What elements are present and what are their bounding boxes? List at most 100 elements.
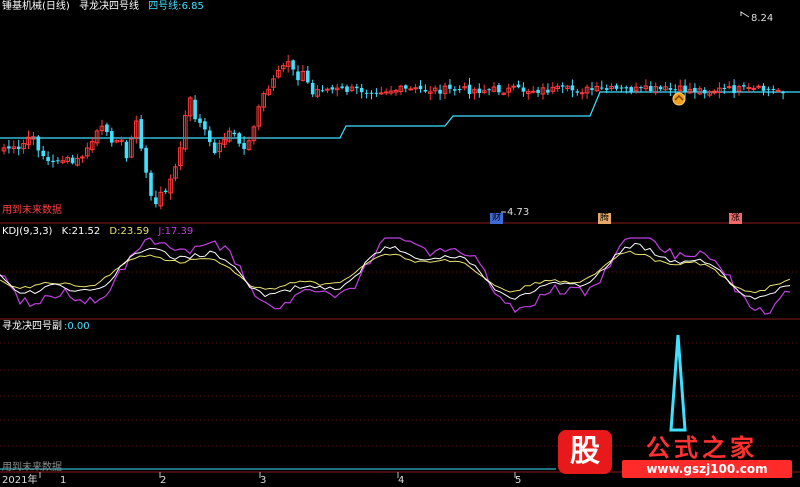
candle-body [742,85,746,87]
logo-text: 公式之家 [646,434,758,462]
candle-body [70,157,75,164]
candle-body [668,88,673,90]
signal-cai: 财 [490,213,504,224]
candle-body [560,85,565,87]
sub-future-note: 用到未来数据 [2,462,62,473]
candle-body [487,89,491,91]
signal-teng: 腾 [598,213,612,224]
candle-body [124,141,129,159]
candle-body [453,89,457,91]
candle-body [756,85,761,88]
candle-body [683,85,687,93]
candle-body [600,87,604,89]
candle-body [775,89,781,92]
candle-body [624,87,629,89]
axis-month-5: 5 [515,475,522,486]
candle-body [639,87,643,89]
candle-body [212,142,217,154]
candle-body [766,88,771,90]
candle-body [781,92,785,94]
kdj-j-value: 17.39 [164,226,194,237]
candle-body [379,92,384,95]
candle-body [163,190,168,193]
candle-body [511,85,516,88]
candle-body [604,88,609,90]
candle-body [746,86,752,89]
candle-body [232,132,237,135]
high-label: 8.24 [751,13,774,24]
candle-body [536,89,540,93]
candle-body [41,150,45,157]
candle-body [369,92,374,94]
candle-body [56,160,60,162]
candle-body [438,89,442,94]
axis-month-4: 4 [398,475,405,486]
candle-body [364,92,369,94]
candle-body [477,88,482,93]
main-header: 锤基机械(日线) 寻龙决四号线 四号线:6.85 [2,1,210,13]
kdj-k-value: 21.52 [71,226,101,237]
candle-body [291,60,295,70]
candle-body [383,91,389,94]
main-future-note: 用到未来数据 [2,205,62,216]
kdj-d-label: D: [109,226,121,237]
candle-body [310,82,315,95]
candle-body [530,90,536,93]
line-value: 6.85 [181,1,204,12]
kdj-name: KDJ(9,3,3) [2,226,53,237]
axis-year: 2021年 [2,475,38,486]
logo-badge: 股 [558,430,612,474]
stock-name[interactable]: 锤基机械(日线) [2,1,70,12]
candle-body [374,92,379,94]
candle-body [7,146,11,149]
sub-name: 寻龙决四号副 [2,321,62,332]
kdj-header: KDJ(9,3,3) K:21.52 D:23.59 J:17.39 [2,226,199,238]
candle-body [726,86,732,89]
candle-body [154,197,158,205]
candle-body [198,118,202,123]
candle-body [296,71,300,81]
candle-body [345,86,349,92]
candle-body [203,121,207,130]
chart-canvas[interactable] [0,0,800,487]
line-label: 四号线: [148,1,182,12]
candle-body [139,119,143,149]
axis-month-1: 1 [60,475,67,486]
candle-body [516,84,521,88]
candle-body [404,85,408,89]
candle-body [761,85,766,91]
candle-body [693,87,697,92]
candle-body [649,86,653,91]
candle-body [467,84,472,94]
candle-body [80,156,85,159]
candle-body [579,92,585,95]
candle-body [590,88,594,90]
candle-body [629,87,633,93]
kdj-k-label: K: [61,226,72,237]
watermark-logo: 股 公式之家 www.gszj100.com [556,428,800,484]
candle-body [110,131,114,143]
candle-body [457,89,462,91]
chart-window: 锤基机械(日线) 寻龙决四号线 四号线:6.85 用到未来数据 8.24 4.7… [0,0,800,487]
candle-body [193,99,197,120]
candle-body [732,85,736,94]
candle-body [330,87,335,90]
candle-body [408,88,413,91]
candle-body [423,89,428,92]
candle-body [359,88,364,93]
candle-body [575,91,580,93]
signal-zhang: 涨 [729,213,743,224]
logo-url: www.gszj100.com [622,460,792,478]
axis-month-3: 3 [260,475,267,486]
candle-body [722,88,727,90]
candle-body [51,160,55,163]
axis-month-2: 2 [160,475,167,486]
kdj-d-value: 23.59 [120,226,150,237]
candle-body [144,147,148,173]
candle-body [751,87,757,90]
signal-circle [672,92,686,106]
candle-body [497,85,501,93]
candle-body [658,86,663,90]
low-label: 4.73 [507,207,530,218]
sub-header: 寻龙决四号副:0.00 [2,321,96,333]
